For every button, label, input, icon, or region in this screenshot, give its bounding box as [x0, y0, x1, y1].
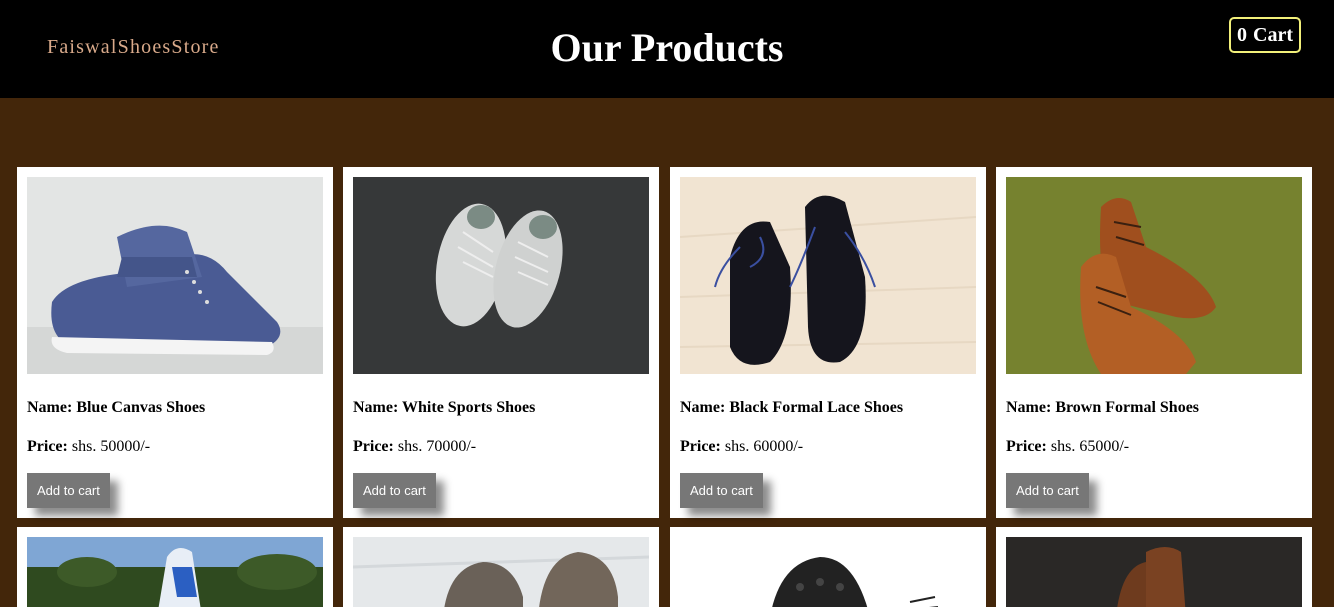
product-name: Name: Brown Formal Shoes — [1006, 399, 1200, 416]
product-price: Price: shs. 65000/- — [1006, 438, 1130, 455]
sneaker-image — [27, 537, 323, 607]
product-card: Name: White Sports Shoes Price: shs. 700… — [343, 167, 659, 518]
black-formal-shoes-image — [680, 177, 976, 374]
product-card: Name: Black Formal Lace Shoes Price: shs… — [670, 167, 986, 518]
brown-boots-image — [1006, 537, 1302, 607]
product-card — [670, 527, 986, 607]
product-card: Name: Blue Canvas Shoes Price: shs. 5000… — [17, 167, 333, 518]
add-to-cart-button[interactable]: Add to cart — [353, 473, 436, 508]
product-price: Price: shs. 60000/- — [680, 438, 804, 455]
brown-formal-shoes-image — [1006, 177, 1302, 374]
product-card — [996, 527, 1312, 607]
add-to-cart-button[interactable]: Add to cart — [27, 473, 110, 508]
page-title: Our Products — [550, 25, 784, 70]
product-name: Name: White Sports Shoes — [353, 399, 536, 416]
product-card: Name: Brown Formal Shoes Price: shs. 650… — [996, 167, 1312, 518]
cart-label: Cart — [1253, 24, 1293, 46]
add-to-cart-button[interactable]: Add to cart — [680, 473, 763, 508]
navbar: FaiswalShoesStore Our Products 0 Cart — [0, 0, 1334, 98]
cart-count: 0 — [1237, 24, 1247, 46]
product-price: Price: shs. 70000/- — [353, 438, 477, 455]
grey-leather-shoes-image — [353, 537, 649, 607]
black-sole-shoes-image — [680, 537, 976, 607]
blue-canvas-shoes-image — [27, 177, 323, 374]
cart-button[interactable]: 0 Cart — [1229, 17, 1301, 53]
product-card — [343, 527, 659, 607]
add-to-cart-button[interactable]: Add to cart — [1006, 473, 1089, 508]
product-price: Price: shs. 50000/- — [27, 438, 151, 455]
product-name: Name: Blue Canvas Shoes — [27, 399, 206, 416]
white-sports-shoes-image — [353, 177, 649, 374]
product-name: Name: Black Formal Lace Shoes — [680, 399, 904, 416]
product-card — [17, 527, 333, 607]
